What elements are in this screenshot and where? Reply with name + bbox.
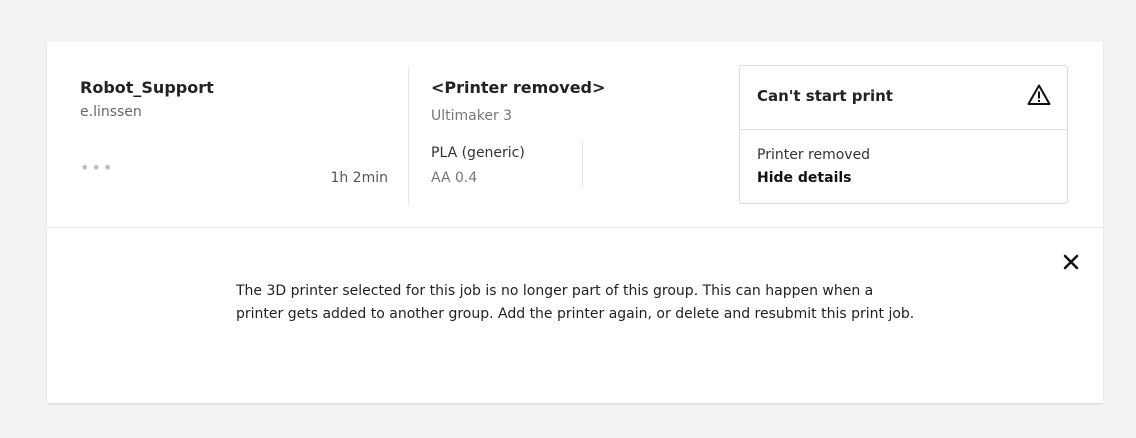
status-title: Can't start print [757,87,893,105]
close-icon[interactable] [1061,252,1081,272]
warning-triangle-icon [1027,84,1051,105]
status-box: Can't start print Printer removed Hide d… [739,65,1068,204]
error-details-text: The 3D printer selected for this job is … [236,283,915,322]
job-name: Robot_Support [80,78,214,97]
job-owner: e.linssen [80,104,142,120]
status-header: Can't start print [740,66,1067,130]
section-divider [47,227,1103,228]
hide-details-link[interactable]: Hide details [757,170,852,186]
print-job-card: Robot_Support e.linssen ••• 1h 2min <Pri… [47,42,1103,403]
job-duration: 1h 2min [330,170,388,186]
nozzle-label: AA 0.4 [431,170,478,186]
print-job-summary: Robot_Support e.linssen ••• 1h 2min <Pri… [47,42,1103,227]
config-divider [582,141,583,187]
printer-name: <Printer removed> [431,78,606,97]
material-label: PLA (generic) [431,145,525,161]
status-message: Printer removed [757,147,871,163]
column-divider [408,66,409,206]
more-options-icon[interactable]: ••• [80,160,114,176]
printer-type: Ultimaker 3 [431,108,513,124]
